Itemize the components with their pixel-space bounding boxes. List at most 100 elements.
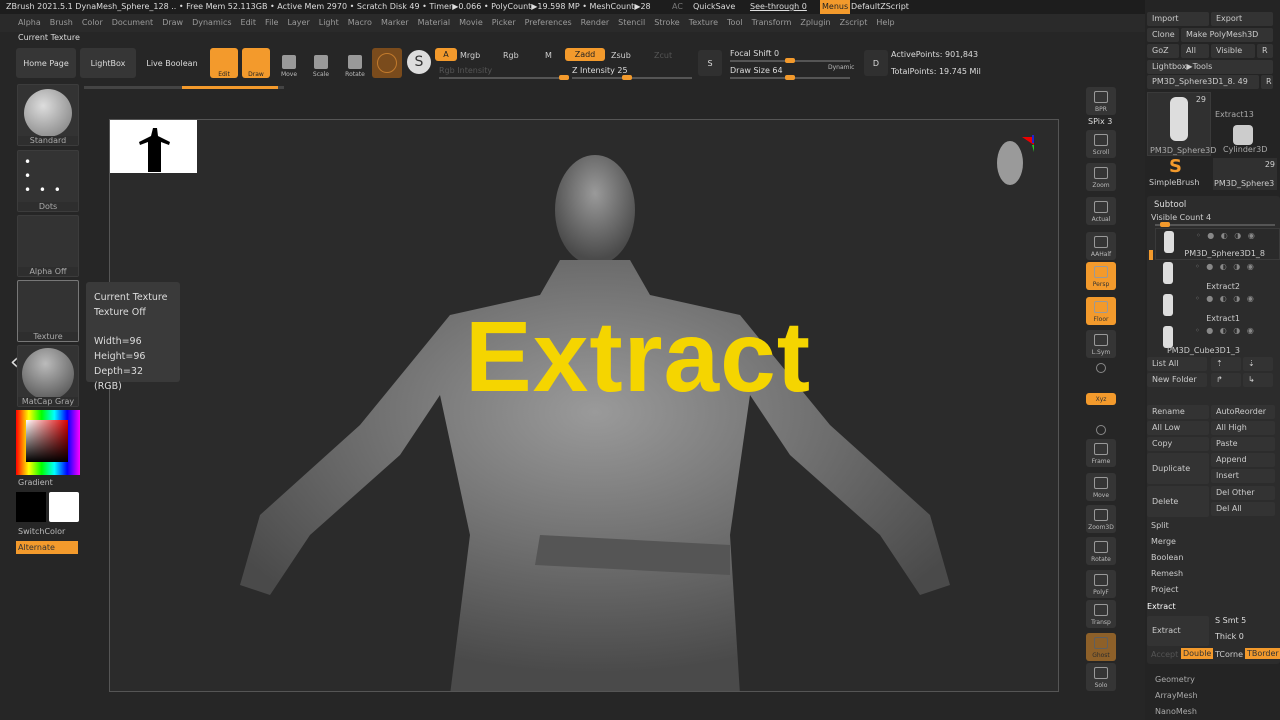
all-high-button[interactable]: All High — [1211, 421, 1275, 435]
menu-light[interactable]: Light — [319, 18, 339, 27]
folder-down-button[interactable]: ↳ — [1243, 373, 1273, 387]
menu-zscript[interactable]: Zscript — [840, 18, 868, 27]
menu-brush[interactable]: Brush — [50, 18, 73, 27]
current-tool-slider[interactable]: PM3D_Sphere3D1_8. 49 — [1147, 75, 1259, 89]
see-through-slider[interactable]: See-through 0 — [750, 0, 807, 14]
persp-button[interactable]: Persp — [1086, 262, 1116, 290]
move-button[interactable]: Move — [1086, 473, 1116, 501]
floor-button[interactable]: Floor — [1086, 297, 1116, 325]
menu-draw[interactable]: Draw — [162, 18, 183, 27]
export-button[interactable]: Export — [1211, 12, 1273, 26]
visibility-icons[interactable]: ◦ ● ◐ ◑ ◉ — [1195, 262, 1256, 271]
menu-help[interactable]: Help — [876, 18, 894, 27]
menu-render[interactable]: Render — [581, 18, 609, 27]
append-button[interactable]: Append — [1211, 453, 1275, 467]
xyz-button[interactable]: Xyz — [1086, 393, 1116, 405]
rename-button[interactable]: Rename — [1147, 405, 1209, 419]
m-toggle[interactable]: M — [545, 51, 552, 60]
subtool-title[interactable]: Subtool — [1154, 200, 1186, 210]
del-all-button[interactable]: Del All — [1211, 502, 1275, 516]
lock-icon[interactable] — [1096, 363, 1106, 373]
r-button[interactable]: R — [1257, 44, 1273, 58]
extract-section[interactable]: Extract — [1147, 602, 1176, 611]
thick-slider[interactable]: Thick 0 — [1215, 632, 1244, 641]
lightbox-tools-button[interactable]: Lightbox▶Tools — [1147, 60, 1273, 74]
mrgb-toggle[interactable]: Mrgb — [460, 51, 480, 60]
stroke-thumb[interactable]: • • • • • Dots — [17, 150, 79, 212]
move-down-button[interactable]: ⇣ — [1243, 357, 1273, 371]
s-smt-slider[interactable]: S Smt 5 — [1215, 616, 1246, 625]
goz-button[interactable]: GoZ — [1147, 44, 1179, 58]
split-section[interactable]: Split — [1151, 521, 1169, 530]
frame-button[interactable]: Frame — [1086, 439, 1116, 467]
zsub-toggle[interactable]: Zsub — [611, 51, 631, 60]
live-boolean-button[interactable]: Live Boolean — [140, 48, 204, 78]
remesh-section[interactable]: Remesh — [1151, 569, 1183, 578]
actual-button[interactable]: Actual — [1086, 197, 1116, 225]
draw-brush-icon[interactable]: D — [864, 50, 888, 76]
tborder-toggle[interactable]: TBorder — [1245, 648, 1280, 659]
home-page-button[interactable]: Home Page — [16, 48, 76, 78]
switch-color-button[interactable]: SwitchColor — [18, 527, 65, 536]
focal-shift-slider[interactable] — [730, 58, 850, 63]
tool-thumb-simplebrush[interactable]: SimpleBrush — [1149, 178, 1199, 187]
draw-button[interactable]: Draw — [242, 48, 270, 78]
del-other-button[interactable]: Del Other — [1211, 486, 1275, 500]
dynamic-toggle[interactable]: Dynamic — [828, 64, 854, 71]
subtool-item[interactable]: ◦ ● ◐ ◑ ◉ PM3D_Sphere3D1_8 — [1155, 228, 1280, 260]
aahalf-button[interactable]: AAHalf — [1086, 232, 1116, 260]
menu-transform[interactable]: Transform — [752, 18, 792, 27]
merge-section[interactable]: Merge — [1151, 537, 1176, 546]
rotate-button[interactable]: Rotate — [342, 48, 368, 78]
tool-thumb-cylinder[interactable]: Cylinder3D — [1223, 145, 1267, 154]
a-toggle[interactable]: A — [435, 48, 457, 61]
menu-movie[interactable]: Movie — [459, 18, 483, 27]
lsym-button[interactable]: L.Sym — [1086, 330, 1116, 358]
material-thumb[interactable]: MatCap Gray — [17, 345, 79, 407]
draw-size-slider[interactable] — [730, 75, 850, 80]
project-section[interactable]: Project — [1151, 585, 1178, 594]
visibility-icons[interactable]: ◦ ● ◐ ◑ ◉ — [1195, 294, 1256, 303]
accept-button[interactable]: Accept — [1151, 650, 1178, 659]
subtool-item[interactable]: ◦ ● ◐ ◑ ◉ Extract1 — [1155, 292, 1280, 324]
silhouette-navigator[interactable] — [110, 120, 197, 173]
secondary-color-swatch[interactable] — [16, 492, 46, 522]
visible-count-slider[interactable]: Visible Count 4 — [1151, 213, 1211, 222]
menus-toggle[interactable]: Menus — [820, 0, 851, 14]
zoom3d-button[interactable]: Zoom3D — [1086, 505, 1116, 533]
clone-button[interactable]: Clone — [1147, 28, 1179, 42]
paste-button[interactable]: Paste — [1211, 437, 1275, 451]
r-button[interactable]: R — [1261, 75, 1273, 89]
list-all-button[interactable]: List All — [1147, 357, 1207, 371]
make-polymesh-button[interactable]: Make PolyMesh3D — [1181, 28, 1273, 42]
visibility-icons[interactable]: ◦ ● ◐ ◑ ◉ — [1196, 231, 1257, 240]
alpha-thumb[interactable]: Alpha Off — [17, 215, 79, 277]
menu-alpha[interactable]: Alpha — [18, 18, 41, 27]
scroll-button[interactable]: Scroll — [1086, 130, 1116, 158]
lightbox-button[interactable]: LightBox — [80, 48, 136, 78]
texture-thumb[interactable]: Texture — [17, 280, 79, 342]
menu-tool[interactable]: Tool — [727, 18, 743, 27]
geometry-section[interactable]: Geometry — [1155, 675, 1195, 684]
zcut-toggle[interactable]: Zcut — [654, 51, 672, 60]
menu-picker[interactable]: Picker — [492, 18, 516, 27]
menu-stencil[interactable]: Stencil — [618, 18, 645, 27]
edit-button[interactable]: Edit — [210, 48, 238, 78]
material-preview-button[interactable] — [372, 48, 402, 78]
new-folder-button[interactable]: New Folder — [1147, 373, 1207, 387]
orientation-head-icon[interactable] — [994, 135, 1034, 205]
ghost-button[interactable]: Ghost — [1086, 633, 1116, 661]
solo-button[interactable]: Solo — [1086, 663, 1116, 691]
folder-up-button[interactable]: ↱ — [1211, 373, 1241, 387]
visibility-icons[interactable]: ◦ ● ◐ ◑ ◉ — [1195, 326, 1256, 335]
menu-file[interactable]: File — [265, 18, 278, 27]
subtool-scroll-handle[interactable] — [1149, 250, 1153, 260]
tool-thumb[interactable]: 29 PM3D_Sphere3D — [1147, 92, 1216, 156]
subtool-item[interactable]: ◦ ● ◐ ◑ ◉ Extract2 — [1155, 260, 1280, 292]
menu-texture[interactable]: Texture — [689, 18, 718, 27]
focal-brush-icon[interactable]: S — [698, 50, 722, 76]
visible-count-track[interactable] — [1155, 222, 1275, 227]
all-button[interactable]: All — [1181, 44, 1209, 58]
brush-thumb[interactable]: Standard — [17, 84, 79, 146]
main-color-swatch[interactable] — [49, 492, 79, 522]
